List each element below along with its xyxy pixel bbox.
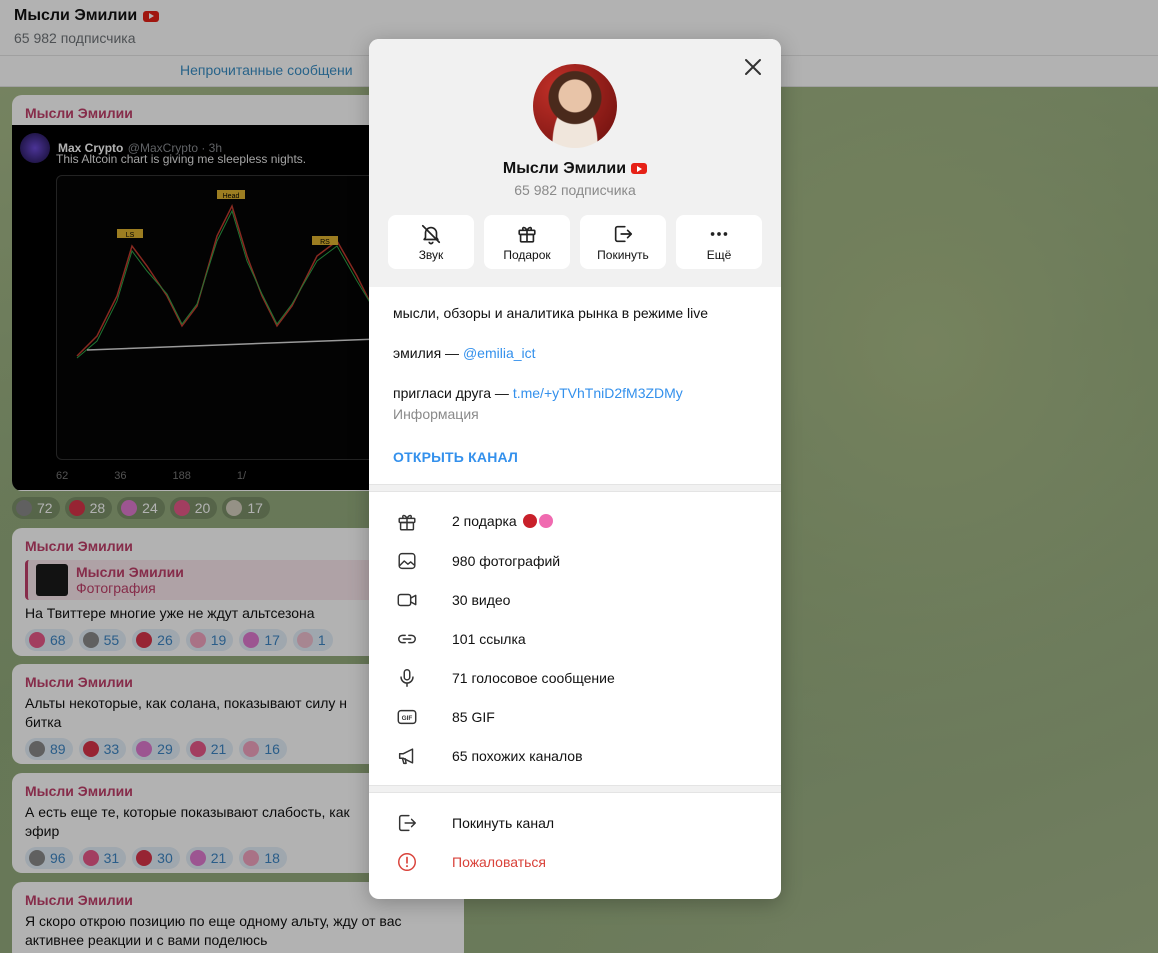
gift-icon — [398, 514, 416, 531]
channel-info-section: мысли, обзоры и аналитика рынка в режиме… — [369, 287, 781, 484]
gifts-row[interactable]: 2 подарка — [369, 502, 781, 541]
author-prefix: эмилия — — [393, 345, 463, 361]
open-channel-button[interactable]: ОТКРЫТЬ КАНАЛ — [393, 449, 518, 465]
bell-off-icon — [421, 224, 441, 244]
action-buttons: Звук Подарок Покинуть Ещё — [388, 215, 762, 269]
section-divider — [369, 484, 781, 492]
channel-avatar — [533, 64, 617, 148]
leave-channel-row[interactable]: Покинуть канал — [369, 803, 781, 842]
warning-icon — [398, 852, 416, 871]
gif-row[interactable]: GIF 85 GIF — [369, 697, 781, 736]
links-label: 101 ссылка — [452, 630, 526, 647]
leave-icon — [398, 814, 416, 831]
report-row[interactable]: Пожаловаться — [369, 842, 781, 881]
modal-header: Мысли Эмилии 65 982 подписчика Звук Пода… — [369, 39, 781, 287]
actions-list: Покинуть канал Пожаловаться — [369, 793, 781, 891]
rose-icon — [522, 513, 537, 528]
links-row[interactable]: 101 ссылка — [369, 619, 781, 658]
gif-label: 85 GIF — [452, 708, 495, 725]
gift-previews — [522, 513, 555, 531]
leave-icon — [614, 225, 633, 242]
gift-icon — [518, 226, 536, 243]
leave-channel-label: Покинуть канал — [452, 814, 555, 831]
invite-link[interactable]: t.me/+yTVhTniD2fM3ZDMy — [513, 385, 683, 401]
media-list: 2 подарка 980 фотографий 30 видео 101 сс… — [369, 492, 781, 785]
channel-subscribers: 65 982 подписчика — [514, 182, 636, 198]
similar-channels-row[interactable]: 65 похожих каналов — [369, 736, 781, 775]
gift-button[interactable]: Подарок — [484, 215, 570, 269]
gifts-label: 2 подарка — [452, 512, 517, 529]
voice-label: 71 голосовое сообщение — [452, 669, 615, 686]
similar-channels-label: 65 похожих каналов — [452, 747, 583, 764]
mute-label: Звук — [418, 247, 444, 262]
report-label: Пожаловаться — [452, 853, 547, 870]
photos-row[interactable]: 980 фотографий — [369, 541, 781, 580]
voice-row[interactable]: 71 голосовое сообщение — [369, 658, 781, 697]
mute-button[interactable]: Звук — [388, 215, 474, 269]
channel-description: мысли, обзоры и аналитика рынка в режиме… — [393, 305, 709, 321]
megaphone-icon — [398, 747, 414, 764]
gif-icon: GIF — [397, 709, 417, 724]
photo-icon — [398, 552, 416, 569]
leave-label: Покинуть — [597, 247, 649, 262]
mic-icon — [400, 668, 414, 687]
channel-info-modal: Мысли Эмилии 65 982 подписчика Звук Пода… — [369, 39, 781, 899]
info-label: Информация — [393, 406, 479, 422]
link-icon — [398, 634, 416, 643]
more-button[interactable]: Ещё — [676, 215, 762, 269]
svg-text:GIF: GIF — [402, 714, 413, 721]
photos-label: 980 фотографий — [452, 552, 561, 569]
video-icon — [397, 593, 417, 606]
more-label: Ещё — [706, 247, 732, 262]
close-icon[interactable] — [741, 55, 765, 79]
author-link[interactable]: @emilia_ict — [463, 345, 536, 361]
youtube-icon — [631, 163, 648, 174]
videos-row[interactable]: 30 видео — [369, 580, 781, 619]
channel-title: Мысли Эмилии — [369, 160, 781, 178]
invite-prefix: пригласи друга — — [393, 385, 513, 401]
heart-icon — [538, 513, 553, 528]
channel-title-text: Мысли Эмилии — [502, 160, 627, 177]
channel-invite-line: пригласи друга — t.me/+yTVhTniD2fM3ZDMy — [393, 384, 683, 402]
leave-button[interactable]: Покинуть — [580, 215, 666, 269]
more-icon — [710, 231, 728, 236]
channel-author-line: эмилия — @emilia_ict — [393, 344, 536, 362]
gift-label: Подарок — [503, 247, 551, 262]
section-divider — [369, 785, 781, 793]
videos-label: 30 видео — [452, 591, 511, 608]
